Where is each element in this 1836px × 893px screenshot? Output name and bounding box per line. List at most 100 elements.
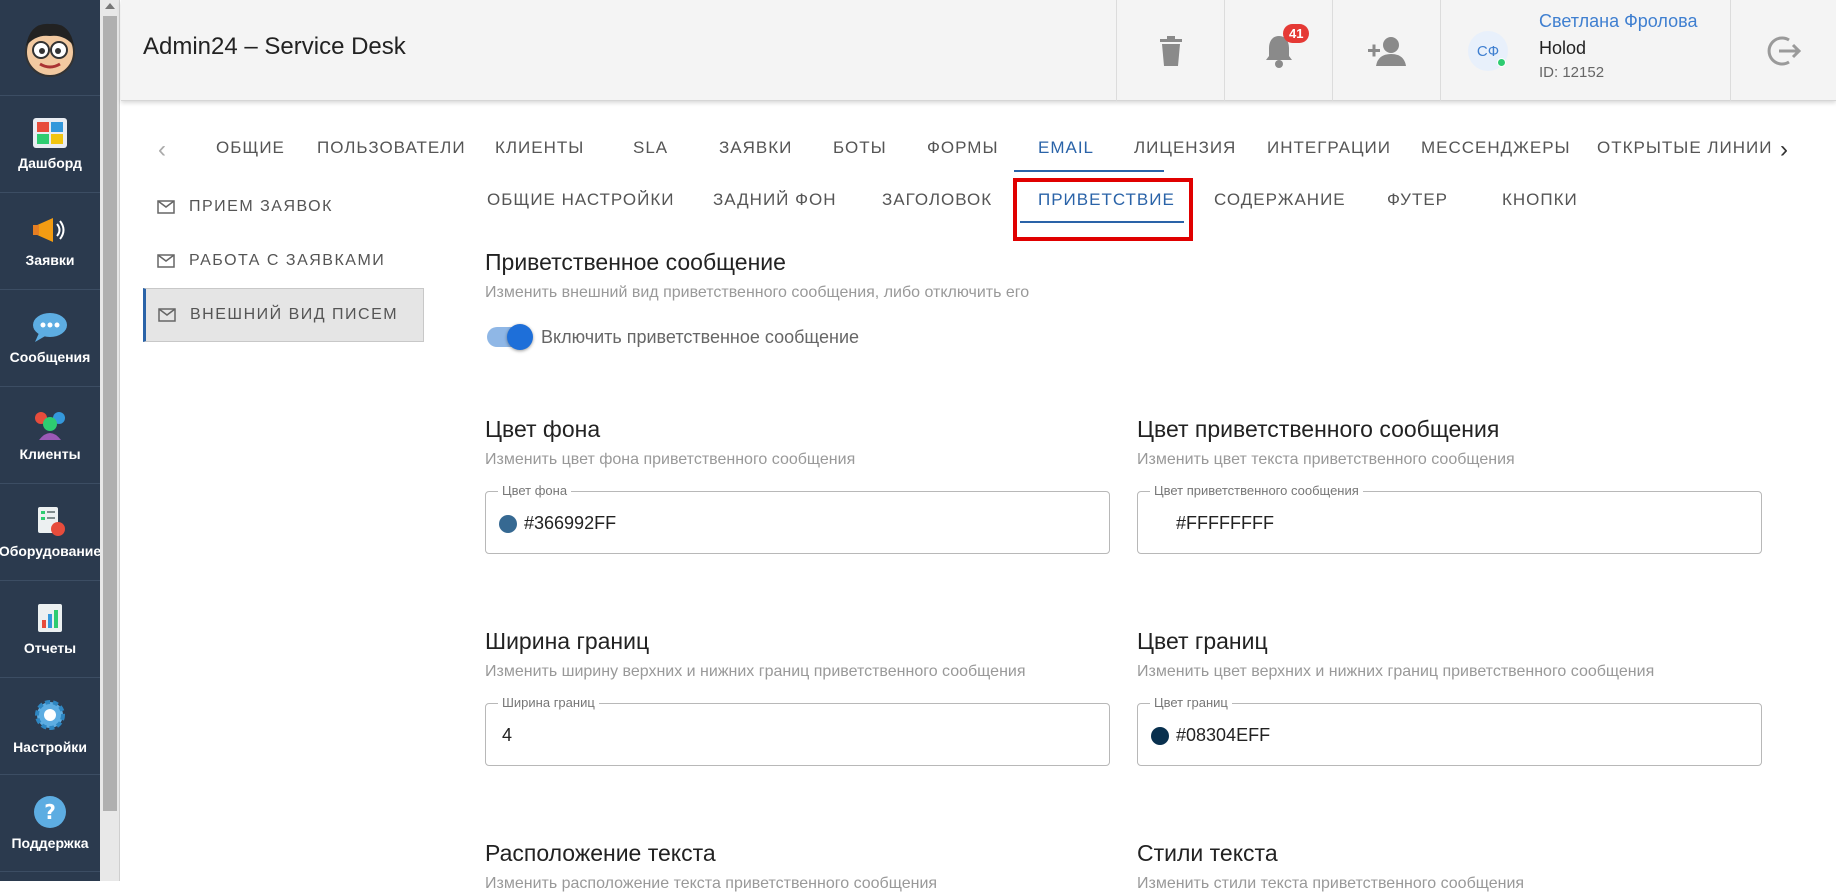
subtab-general-settings[interactable]: ОБЩИЕ НАСТРОЙКИ (487, 190, 674, 210)
subtab-buttons[interactable]: КНОПКИ (1502, 190, 1578, 210)
scroll-up-arrow-icon[interactable] (105, 3, 115, 9)
bg-color-desc: Изменить цвет фона приветственного сообщ… (485, 451, 856, 468)
nav-clients[interactable]: Клиенты (0, 387, 100, 484)
border-width-field-label: Ширина границ (498, 695, 599, 710)
border-width-value[interactable]: 4 (502, 725, 512, 746)
border-color-desc: Изменить цвет верхних и нижних границ пр… (1137, 663, 1655, 680)
bg-color-value[interactable]: #366992FF (524, 513, 616, 534)
app-title: Admin24 – Service Desk (143, 33, 406, 60)
border-color-title: Цвет границ (1137, 628, 1268, 654)
border-color-field-label: Цвет границ (1150, 695, 1232, 710)
border-width-field[interactable]: Ширина границ 4 (485, 695, 1110, 766)
nav-settings[interactable]: Настройки (0, 678, 100, 775)
bg-color-field-label: Цвет фона (498, 483, 572, 498)
notifications-button[interactable]: 41 (1224, 0, 1332, 101)
mail-edit-icon (158, 308, 176, 322)
tab-tickets[interactable]: ЗАЯВКИ (719, 138, 792, 158)
greeting-enable-toggle[interactable] (487, 324, 533, 350)
tab-open-lines[interactable]: ОТКРЫТЫЕ ЛИНИИ (1597, 138, 1772, 158)
email-settings-menu: ПРИЕМ ЗАЯВОК РАБОТА С ЗАЯВКАМИ ВНЕШНИЙ В… (143, 180, 424, 342)
online-status-dot (1497, 58, 1506, 67)
tabs-scroll-left-icon[interactable]: ‹ (158, 136, 166, 164)
side-item-receive-tickets[interactable]: ПРИЕМ ЗАЯВОК (143, 180, 424, 234)
tab-general[interactable]: ОБЩИЕ (216, 138, 285, 158)
side-item-label: ВНЕШНИЙ ВИД ПИСЕМ (190, 306, 399, 323)
add-user-icon (1367, 36, 1406, 66)
nav-clients-label: Клиенты (19, 446, 81, 462)
scrollbar-thumb[interactable] (103, 16, 117, 811)
nav-scrollbar[interactable] (100, 0, 120, 881)
appearance-subtabs: ОБЩИЕ НАСТРОЙКИ ЗАДНИЙ ФОН ЗАГОЛОВОК ПРИ… (460, 178, 1760, 241)
greeting-section-desc: Изменить внешний вид приветственного соо… (485, 284, 1030, 301)
subtab-content[interactable]: СОДЕРЖАНИЕ (1214, 190, 1346, 210)
nav-messages[interactable]: Сообщения (0, 290, 100, 387)
tab-bots[interactable]: БОТЫ (833, 138, 887, 158)
text-position-title: Расположение текста (485, 840, 716, 866)
toggle-knob (507, 324, 533, 350)
user-organization: Holod (1539, 38, 1587, 58)
nav-dashboard-label: Дашборд (18, 155, 82, 171)
trash-icon (1159, 35, 1182, 66)
mail-icon (157, 200, 175, 214)
megaphone-icon (33, 218, 65, 242)
text-color-field-label: Цвет приветственного сообщения (1150, 483, 1363, 498)
tab-sla[interactable]: SLA (633, 138, 668, 158)
app-logo[interactable] (0, 0, 100, 96)
clients-icon (35, 412, 65, 440)
nav-support-label: Поддержка (11, 835, 89, 851)
text-styles-title: Стили текста (1137, 840, 1278, 866)
user-name[interactable]: Светлана Фролова (1539, 11, 1697, 32)
text-color-value[interactable]: #FFFFFFFF (1176, 513, 1274, 534)
svg-text:?: ? (44, 800, 56, 824)
tab-users[interactable]: ПОЛЬЗОВАТЕЛИ (317, 138, 466, 158)
tabs-scroll-right-icon[interactable]: › (1780, 136, 1788, 164)
subtab-header[interactable]: ЗАГОЛОВОК (882, 190, 992, 210)
mascot-logo-icon (25, 23, 75, 77)
reports-icon (38, 604, 62, 632)
tab-forms[interactable]: ФОРМЫ (927, 138, 999, 158)
nav-equipment[interactable]: Оборудование (0, 484, 101, 581)
top-header: Admin24 – Service Desk 41 СФ Светлана Фр… (121, 0, 1836, 101)
gear-icon (35, 700, 65, 730)
bg-color-swatch[interactable] (499, 515, 517, 533)
chat-bubble-icon (33, 313, 67, 342)
border-color-value[interactable]: #08304EFF (1176, 725, 1270, 746)
nav-dashboard[interactable]: Дашборд (0, 96, 100, 193)
text-color-field[interactable]: Цвет приветственного сообщения #FFFFFFFF (1137, 483, 1762, 554)
nav-reports[interactable]: Отчеты (0, 581, 100, 678)
text-color-desc: Изменить цвет текста приветственного соо… (1137, 451, 1515, 468)
trash-button[interactable] (1116, 0, 1224, 101)
tab-clients[interactable]: КЛИЕНТЫ (495, 138, 584, 158)
subtab-footer[interactable]: ФУТЕР (1387, 190, 1448, 210)
settings-tabs: ‹ ОБЩИЕ ПОЛЬЗОВАТЕЛИ КЛИЕНТЫ SLA ЗАЯВКИ … (150, 128, 1800, 174)
tab-email[interactable]: EMAIL (1038, 138, 1094, 158)
text-color-title: Цвет приветственного сообщения (1137, 416, 1500, 442)
tab-integrations[interactable]: ИНТЕГРАЦИИ (1267, 138, 1391, 158)
nav-support[interactable]: ? Поддержка (0, 775, 100, 872)
add-user-button[interactable] (1332, 0, 1440, 101)
text-position-desc: Изменить расположение текста приветствен… (485, 875, 938, 892)
user-profile[interactable]: СФ Светлана Фролова Holod ID: 12152 (1440, 0, 1730, 101)
side-item-label: ПРИЕМ ЗАЯВОК (189, 198, 333, 215)
logout-button[interactable] (1730, 0, 1836, 101)
nav-messages-label: Сообщения (9, 349, 91, 365)
border-color-field[interactable]: Цвет границ #08304EFF (1137, 695, 1762, 766)
logout-icon (1767, 36, 1801, 65)
border-color-swatch[interactable] (1151, 727, 1169, 745)
nav-tickets[interactable]: Заявки (0, 193, 100, 290)
equipment-icon (38, 507, 65, 536)
side-item-email-appearance[interactable]: ВНЕШНИЙ ВИД ПИСЕМ (143, 288, 424, 342)
bg-color-title: Цвет фона (485, 416, 601, 442)
text-color-swatch[interactable] (1151, 515, 1169, 533)
tab-messengers[interactable]: МЕССЕНДЖЕРЫ (1421, 138, 1571, 158)
subtab-background[interactable]: ЗАДНИЙ ФОН (713, 190, 837, 210)
bg-color-field[interactable]: Цвет фона #366992FF (485, 483, 1110, 554)
greeting-enable-label: Включить приветственное сообщение (541, 327, 860, 347)
nav-tickets-label: Заявки (25, 252, 75, 268)
side-item-ticket-work[interactable]: РАБОТА С ЗАЯВКАМИ (143, 234, 424, 288)
tab-email-active-indicator (1014, 170, 1164, 172)
border-width-desc: Изменить ширину верхних и нижних границ … (485, 663, 1026, 680)
tab-license[interactable]: ЛИЦЕНЗИЯ (1134, 138, 1236, 158)
help-icon: ? (34, 796, 66, 828)
highlight-box (1013, 178, 1193, 241)
